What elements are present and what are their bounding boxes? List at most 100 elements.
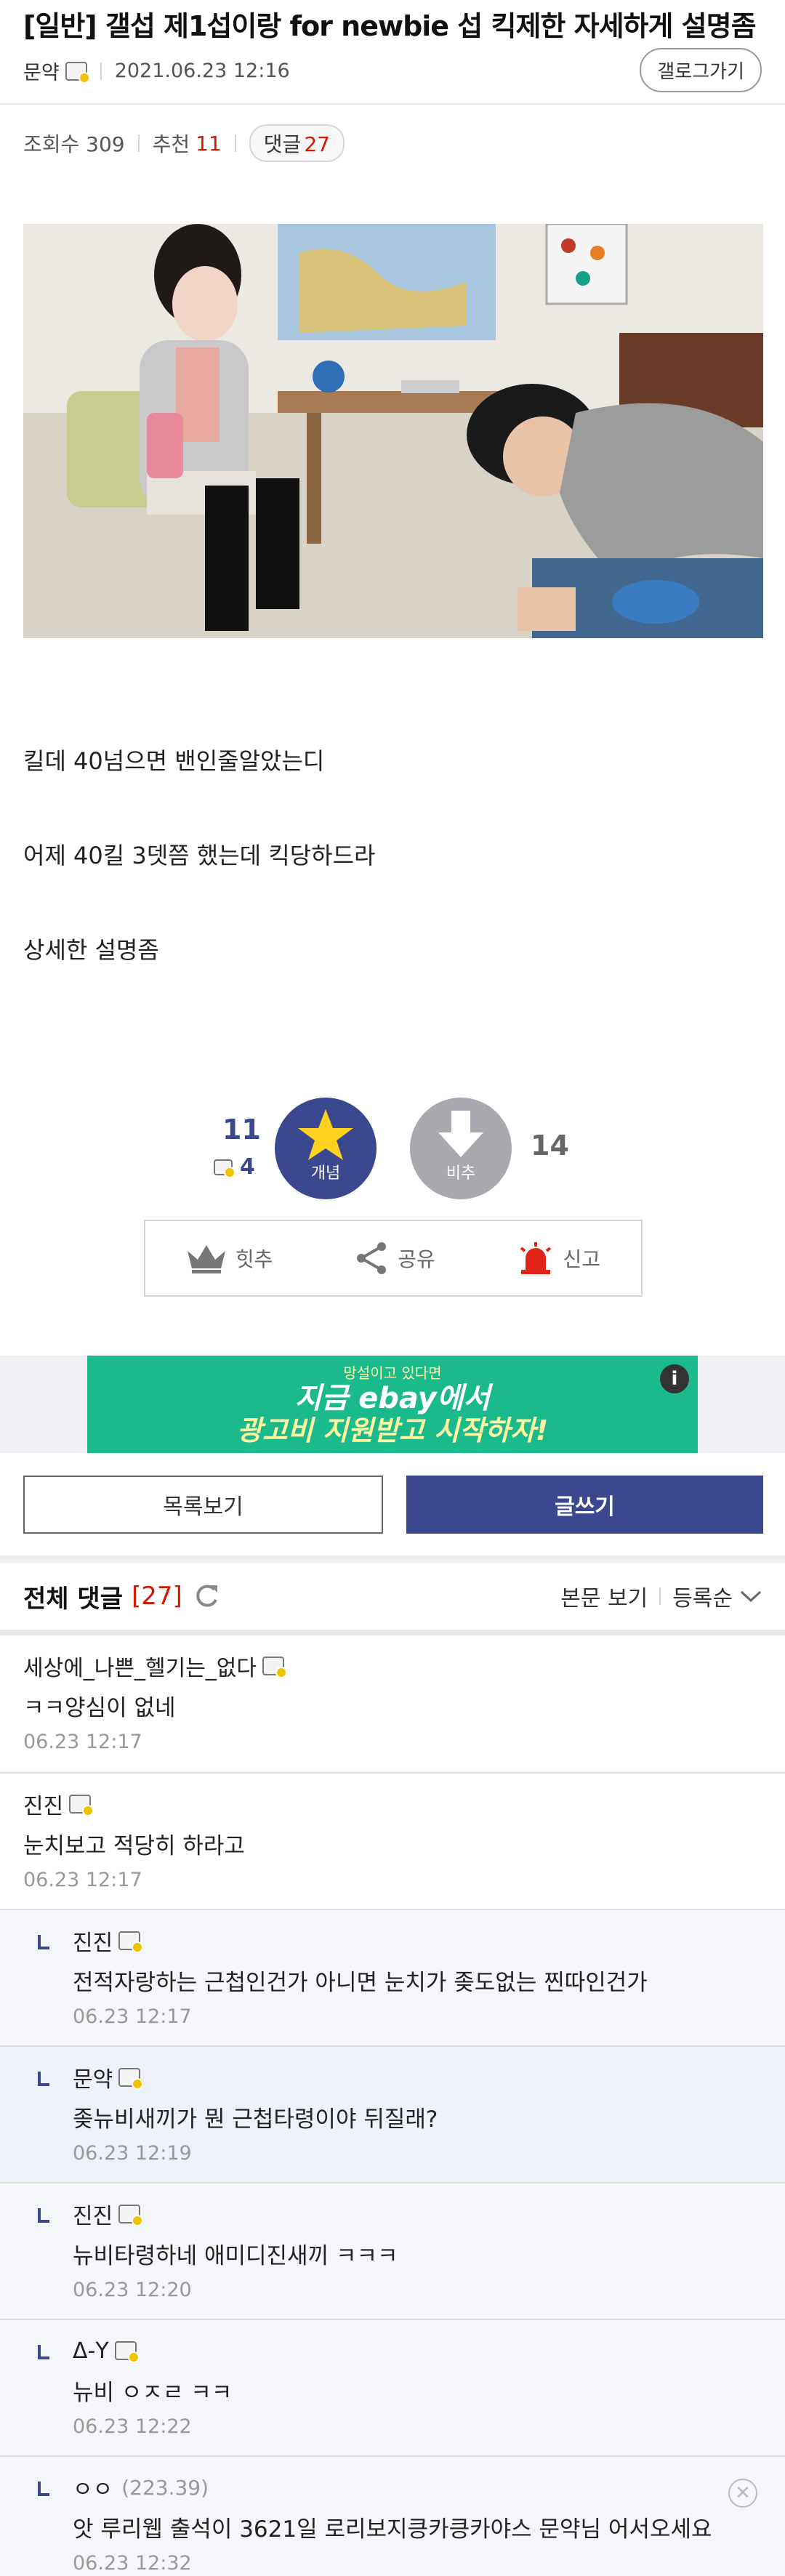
post-body-line: 상세한 설명좀 <box>23 936 159 964</box>
reply-count-badge[interactable]: 댓글 27 <box>249 124 345 162</box>
comments-count: [27] <box>131 1582 182 1611</box>
chevron-down-icon[interactable] <box>740 1589 762 1603</box>
view-body-button[interactable]: 본문 보기 <box>560 1580 648 1612</box>
comment-text: ㅋㅋ양심이 없네 <box>23 1695 176 1721</box>
ad-strip: 망설이고 있다면 지금 ebay에서 광고비 지원받고 시작하자! i <box>0 1356 785 1453</box>
post-title: [일반] 갤섭 제1섭이랑 for newbie 섭 킥제한 자세하게 설명좀 <box>23 10 757 42</box>
ad-line: 지금 ebay에서 <box>294 1382 491 1415</box>
upvote-label: 개념 <box>310 1164 341 1183</box>
fixed-upvote-count: 4 <box>240 1154 255 1180</box>
divider <box>659 1587 661 1605</box>
reply-item: 진진 전적자랑하는 근첩인건가 아니면 눈치가 좆도없는 찐따인건가 06.23… <box>0 1910 785 2047</box>
comment-text: 눈치보고 적당히 하라고 <box>23 1833 245 1859</box>
comment-date: 06.23 12:17 <box>23 1869 142 1891</box>
comments-header: 전체 댓글 [27] 본문 보기 등록순 <box>0 1563 785 1630</box>
comment-text: 뉴비타령하네 애미디진새끼 ㅋㅋㅋ <box>73 2243 398 2269</box>
share-icon <box>357 1242 387 1274</box>
post-body-line: 어제 40킬 3뎃쯤 했는데 킥당하드라 <box>23 842 376 869</box>
post-photo[interactable] <box>23 224 763 638</box>
post-body-line: 킬데 40넘으면 밴인줄알았는디 <box>23 747 325 775</box>
comment-nick[interactable]: 문약 <box>73 2061 113 2093</box>
fixed-nick-icon <box>118 2205 144 2226</box>
fixed-nick-icon <box>114 2341 140 2363</box>
fixed-nick-icon <box>214 1159 236 1178</box>
ad-banner[interactable]: 망설이고 있다면 지금 ebay에서 광고비 지원받고 시작하자! i <box>87 1356 698 1453</box>
recommend-count: 11 <box>196 131 222 156</box>
comment-nick-row: 문약 <box>73 2061 438 2093</box>
hit-label: 힛추 <box>235 1247 273 1271</box>
comment-nick-row: 세상에_나쁜_헬기는_없다 <box>23 1650 287 1682</box>
sort-select[interactable]: 등록순 <box>672 1580 733 1612</box>
comment-date: 06.23 12:17 <box>23 1731 142 1753</box>
comment-item: 세상에_나쁜_헬기는_없다 ㅋㅋ양심이 없네 06.23 12:17 <box>0 1635 785 1774</box>
comment-nick-row: 진진 <box>73 1925 648 1957</box>
comment-nick[interactable]: ㅇㅇ <box>73 2471 113 2503</box>
reply-item: ㅇㅇ (223.39) 앗 루리웹 출석이 3621일 로리보지킁카킁카야스 문… <box>0 2457 785 2576</box>
list-write-buttons: 목록보기 글쓰기 <box>23 1476 763 1534</box>
gallog-button[interactable]: 갤로그가기 <box>640 48 762 92</box>
arrow-down-icon <box>438 1111 483 1157</box>
share-label: 공유 <box>398 1247 435 1271</box>
star-icon <box>298 1109 353 1160</box>
comment-text: 뉴비 ㅇㅈㄹ ㅋㅋ <box>73 2380 233 2406</box>
downvote-label: 비추 <box>446 1164 476 1183</box>
divider <box>0 1630 785 1635</box>
vote-area: 11 4 개념 비추 14 <box>0 1098 785 1199</box>
reply-arrow-icon <box>38 2208 49 2223</box>
comment-nick[interactable]: Δ-Y <box>73 2338 109 2364</box>
delete-comment-button[interactable]: ✕ <box>728 2479 757 2508</box>
ad-info-icon[interactable]: i <box>660 1364 689 1393</box>
report-label: 신고 <box>563 1247 601 1271</box>
ad-line: 광고비 지원받고 시작하자! <box>236 1414 549 1446</box>
comment-date: 06.23 12:20 <box>73 2279 192 2301</box>
photo-illustration <box>23 224 763 638</box>
recommend-label: 추천 <box>152 132 190 156</box>
downvote-button[interactable]: 비추 <box>410 1098 512 1199</box>
downvote-count: 14 <box>531 1130 569 1162</box>
write-button[interactable]: 글쓰기 <box>406 1476 763 1534</box>
hit-button[interactable]: 힛추 <box>186 1242 273 1274</box>
comment-date: 06.23 12:22 <box>73 2415 192 2438</box>
list-button[interactable]: 목록보기 <box>23 1476 383 1534</box>
comment-text: 좆뉴비새끼가 뭔 근첩타령이야 뒤질래? <box>73 2106 438 2133</box>
divider <box>0 1555 785 1563</box>
comment-date: 06.23 12:19 <box>73 2142 192 2165</box>
reply-count: 27 <box>304 132 330 156</box>
comment-nick[interactable]: 진진 <box>73 1925 113 1957</box>
comment-controls: 본문 보기 등록순 <box>560 1580 762 1612</box>
comment-item: 진진 눈치보고 적당히 하라고 06.23 12:17 <box>0 1774 785 1910</box>
post-stats: 조회수 309 추천 11 댓글 27 <box>0 105 785 182</box>
siren-icon <box>520 1242 551 1274</box>
comment-nick[interactable]: 진진 <box>23 1788 63 1820</box>
reply-item: Δ-Y 뉴비 ㅇㅈㄹ ㅋㅋ 06.23 12:22 <box>0 2320 785 2457</box>
post-header: [일반] 갤섭 제1섭이랑 for newbie 섭 킥제한 자세하게 설명좀 … <box>0 0 785 105</box>
comment-text: 전적자랑하는 근첩인건가 아니면 눈치가 좆도없는 찐따인건가 <box>73 1970 648 1996</box>
comment-nick-row: 진진 <box>23 1790 245 1819</box>
share-button[interactable]: 공유 <box>354 1241 435 1276</box>
reply-item-author: 문약 좆뉴비새끼가 뭔 근첩타령이야 뒤질래? 06.23 12:19 <box>0 2047 785 2183</box>
reply-arrow-icon <box>38 2482 49 2496</box>
comment-nick-row: 진진 <box>73 2199 398 2229</box>
comments-title: 전체 댓글 <box>23 1584 123 1614</box>
fixed-nick-icon <box>262 1657 287 1678</box>
report-button[interactable]: 신고 <box>517 1241 601 1276</box>
upvote-button[interactable]: 개념 <box>275 1098 377 1199</box>
post-author[interactable]: 문약 <box>23 57 60 85</box>
comment-text: 앗 루리웹 출석이 3621일 로리보지킁카킁카야스 문약님 어서오세요 <box>73 2516 712 2543</box>
comment-nick[interactable]: 세상에_나쁜_헬기는_없다 <box>23 1650 257 1682</box>
comment-ip: (223.39) <box>121 2475 209 2500</box>
reply-label: 댓글 <box>263 132 302 156</box>
comment-date: 06.23 12:17 <box>73 2005 192 2028</box>
ad-line: 망설이고 있다면 <box>343 1364 442 1382</box>
reply-arrow-icon <box>38 2345 49 2359</box>
comment-date: 06.23 12:32 <box>73 2552 192 2575</box>
comment-nick[interactable]: 진진 <box>73 2198 113 2230</box>
refresh-icon[interactable] <box>193 1582 220 1610</box>
comment-nick-row: ㅇㅇ (223.39) <box>73 2471 712 2503</box>
crown-icon <box>187 1245 225 1273</box>
post-date: 2021.06.23 12:16 <box>114 60 290 82</box>
fixed-nick-icon <box>118 1931 144 1953</box>
divider <box>100 62 102 80</box>
comment-nick-row: Δ-Y <box>73 2336 232 2365</box>
post-actions: 힛추 공유 신고 <box>144 1220 643 1297</box>
